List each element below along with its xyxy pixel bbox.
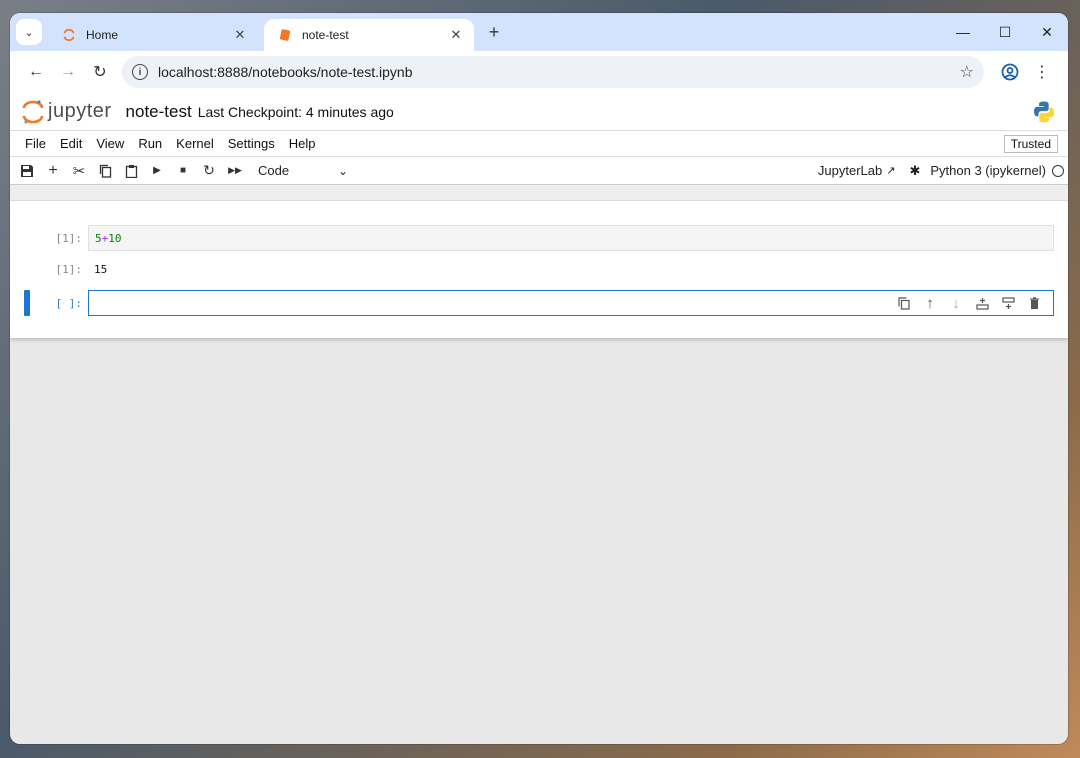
stop-icon: ■ [179, 165, 187, 176]
python-logo-icon [1034, 101, 1054, 122]
address-bar[interactable]: i localhost:8888/notebooks/note-test.ipy… [122, 56, 984, 88]
browser-window: ⌄ Home ✕ note-test ✕ + — ☐ ✕ ← → ↻ i loc… [10, 13, 1068, 744]
move-down-icon[interactable]: ↓ [943, 292, 969, 314]
restart-icon: ↻ [203, 162, 215, 178]
notebook-top-band [10, 185, 1068, 201]
notebook-panel: [1]: 5 +10 [1]: 15 [ ]: ↑ ↓ [10, 201, 1068, 338]
maximize-icon[interactable]: ☐ [984, 13, 1026, 51]
checkpoint-status: Last Checkpoint: 4 minutes ago [197, 103, 394, 120]
menu-settings[interactable]: Settings [221, 136, 282, 151]
minimize-icon[interactable]: — [942, 13, 984, 51]
input-prompt: [1]: [55, 231, 83, 245]
menu-run[interactable]: Run [131, 136, 169, 151]
close-icon[interactable]: ✕ [448, 27, 464, 43]
tab-note-test[interactable]: note-test ✕ [264, 19, 474, 51]
external-link-icon: ↗ [886, 165, 896, 177]
paste-icon [125, 164, 137, 178]
tab-strip: ⌄ Home ✕ note-test ✕ + — ☐ ✕ [10, 13, 1068, 51]
tab-search-button[interactable]: ⌄ [16, 19, 42, 45]
toolbar-right: JupyterLab ↗ ✱ Python 3 (ipykernel) [818, 163, 1064, 179]
restart-button[interactable]: ↻ [196, 159, 222, 183]
save-icon [21, 164, 33, 177]
paste-button[interactable] [118, 159, 144, 183]
trusted-indicator[interactable]: Trusted [1003, 134, 1058, 153]
restart-run-all-button[interactable]: ▶▶ [222, 159, 248, 183]
move-up-icon[interactable]: ↑ [917, 292, 943, 314]
browser-menu-button[interactable]: ⋮ [1026, 56, 1058, 88]
jupyter-logo-text: jupyter [48, 100, 112, 122]
code-token-number: 10 [108, 231, 122, 245]
play-icon: ▶ [153, 165, 161, 176]
debugger-icon[interactable]: ✱ [909, 163, 920, 179]
kernel-status-icon [1052, 164, 1064, 177]
code-token-operator: + [101, 231, 109, 245]
profile-button[interactable] [994, 56, 1026, 88]
delete-cell-icon[interactable] [1021, 292, 1047, 314]
jupyter-favicon-icon [63, 28, 75, 42]
input-prompt: [ ]: [55, 296, 83, 310]
copy-button[interactable] [92, 159, 118, 183]
window-controls: — ☐ ✕ [942, 13, 1068, 51]
close-window-icon[interactable]: ✕ [1026, 13, 1068, 51]
reload-button[interactable]: ↻ [84, 56, 116, 88]
site-info-icon[interactable]: i [132, 64, 148, 80]
back-button[interactable]: ← [20, 56, 52, 88]
code-token-number: 5 [95, 231, 102, 245]
notebook-favicon-icon [279, 29, 291, 41]
notebook-toolbar: + ✂ ▶ ■ ↻ ▶▶ Code ⌄ JupyterLab ↗ ✱ Pytho… [10, 157, 1068, 185]
menu-file[interactable]: File [18, 136, 53, 151]
url-text: localhost:8888/notebooks/note-test.ipynb [158, 64, 413, 80]
jupyter-logo-icon [22, 99, 44, 124]
code-editor-active[interactable]: ↑ ↓ [88, 290, 1054, 316]
scissors-icon: ✂ [72, 162, 86, 180]
jupyter-logo[interactable]: jupyter [22, 99, 112, 125]
forward-button[interactable]: → [52, 56, 84, 88]
tab-title: note-test [302, 28, 349, 42]
chevron-down-icon: ⌄ [24, 26, 34, 39]
duplicate-cell-icon[interactable] [891, 292, 917, 314]
active-code-cell[interactable]: [ ]: ↑ ↓ [10, 290, 1068, 316]
fast-forward-icon: ▶▶ [228, 165, 242, 175]
cell-type-value: Code [258, 163, 290, 178]
insert-cell-button[interactable]: + [40, 159, 66, 183]
tab-title: Home [86, 28, 119, 42]
menu-view[interactable]: View [89, 136, 131, 151]
insert-above-icon[interactable] [969, 292, 995, 314]
jupyterlab-link[interactable]: JupyterLab [818, 163, 882, 178]
jupyter-header: jupyter note-test Last Checkpoint: 4 min… [10, 93, 1068, 131]
code-cell-input[interactable]: [1]: 5 +10 [10, 225, 1068, 251]
kernel-name[interactable]: Python 3 (ipykernel) [930, 163, 1046, 178]
cell-type-select[interactable]: Code ⌄ [258, 163, 348, 178]
close-icon[interactable]: ✕ [232, 27, 248, 43]
notebook-menu-bar: File Edit View Run Kernel Settings Help … [10, 131, 1068, 157]
notebook-title[interactable]: note-test [126, 102, 192, 122]
navigation-bar: ← → ↻ i localhost:8888/notebooks/note-te… [10, 51, 1068, 93]
plus-icon: + [48, 161, 58, 179]
menu-help[interactable]: Help [282, 136, 323, 151]
menu-kernel[interactable]: Kernel [169, 136, 221, 151]
code-editor[interactable]: 5 +10 [88, 225, 1054, 251]
save-button[interactable] [14, 159, 40, 183]
tab-home[interactable]: Home ✕ [48, 19, 258, 51]
output-prompt: [1]: [55, 262, 83, 276]
chevron-down-icon: ⌄ [337, 163, 348, 178]
interrupt-button[interactable]: ■ [170, 159, 196, 183]
code-cell-output: [1]: 15 [10, 259, 1068, 279]
bookmark-star-icon[interactable]: ☆ [960, 62, 974, 82]
profile-icon [1001, 63, 1019, 81]
run-button[interactable]: ▶ [144, 159, 170, 183]
insert-below-icon[interactable] [995, 292, 1021, 314]
copy-icon [99, 164, 111, 178]
cut-button[interactable]: ✂ [66, 159, 92, 183]
output-text: 15 [94, 262, 108, 276]
new-tab-button[interactable]: + [482, 22, 506, 43]
menu-edit[interactable]: Edit [53, 136, 89, 151]
